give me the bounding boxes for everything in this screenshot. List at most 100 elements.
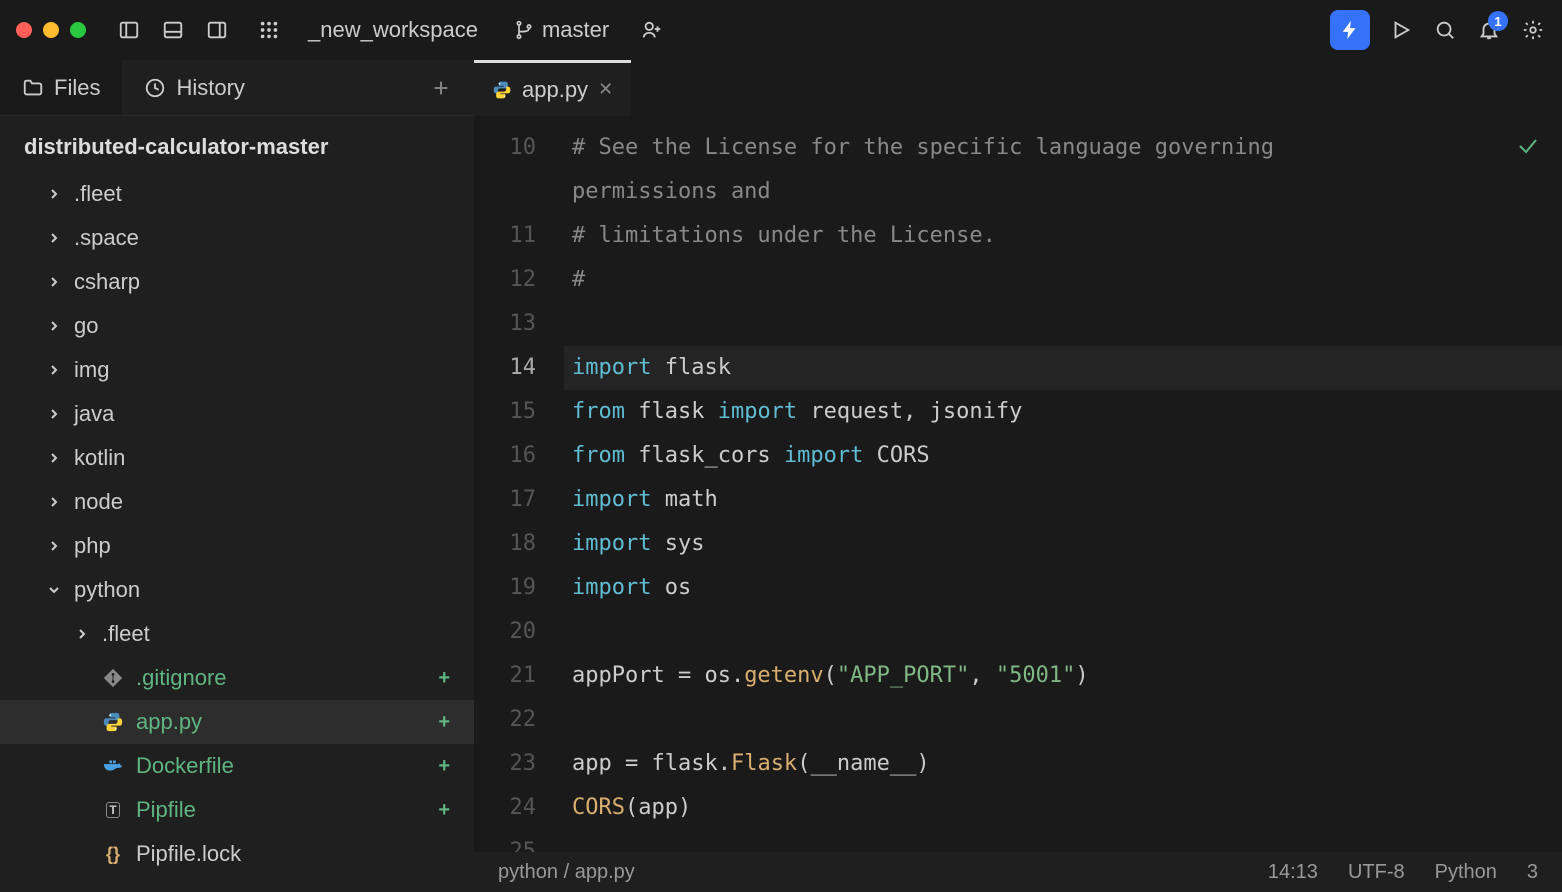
code-line[interactable]: from flask import request, jsonify bbox=[564, 390, 1562, 434]
cursor-position[interactable]: 14:13 bbox=[1268, 861, 1318, 884]
code-line[interactable]: # limitations under the License. bbox=[564, 214, 1562, 258]
branch-name: master bbox=[542, 17, 609, 43]
tab-history-label: History bbox=[176, 75, 244, 101]
vcs-new-marker: + bbox=[438, 799, 450, 822]
panel-right-icon[interactable] bbox=[204, 17, 230, 43]
panel-left-icon[interactable] bbox=[116, 17, 142, 43]
line-number: 14 bbox=[474, 346, 536, 390]
tree-item-Dockerfile[interactable]: Dockerfile+ bbox=[0, 744, 474, 788]
code-line[interactable] bbox=[564, 830, 1562, 852]
code-line[interactable] bbox=[564, 302, 1562, 346]
editor-tab-app-py[interactable]: app.py ✕ bbox=[474, 60, 631, 116]
settings-icon[interactable] bbox=[1520, 17, 1546, 43]
branch-selector[interactable]: master bbox=[514, 17, 609, 43]
tree-item-Pipfile[interactable]: TPipfile+ bbox=[0, 788, 474, 832]
editor-body[interactable]: 10111213141516171819202122232425 # See t… bbox=[474, 116, 1562, 852]
code-line[interactable]: # bbox=[564, 258, 1562, 302]
tree-item-node[interactable]: node bbox=[0, 480, 474, 524]
tree-item-label: node bbox=[74, 489, 456, 515]
breadcrumb[interactable]: python / app.py bbox=[498, 861, 635, 884]
workspace-name[interactable]: _new_workspace bbox=[308, 17, 478, 43]
code-line[interactable]: import sys bbox=[564, 522, 1562, 566]
tree-item-label: Pipfile bbox=[136, 797, 426, 823]
add-user-icon[interactable] bbox=[639, 17, 665, 43]
tree-item-label: app.py bbox=[136, 709, 426, 735]
tab-files[interactable]: Files bbox=[0, 60, 122, 115]
code-content[interactable]: # See the License for the specific langu… bbox=[564, 116, 1562, 852]
code-line[interactable]: import os bbox=[564, 566, 1562, 610]
line-number: 25 bbox=[474, 830, 536, 852]
code-line[interactable] bbox=[564, 610, 1562, 654]
line-number: 19 bbox=[474, 566, 536, 610]
indent-size[interactable]: 3 bbox=[1527, 861, 1538, 884]
tree-item-label: python bbox=[74, 577, 456, 603]
code-line[interactable]: from flask_cors import CORS bbox=[564, 434, 1562, 478]
tree-item-java[interactable]: java bbox=[0, 392, 474, 436]
tree-item-label: Pipfile.lock bbox=[136, 841, 456, 867]
chevron-icon bbox=[46, 320, 62, 332]
window-close-button[interactable] bbox=[16, 22, 32, 38]
docker-icon bbox=[102, 755, 124, 777]
notifications-button[interactable]: 1 bbox=[1476, 17, 1502, 43]
add-tab-icon[interactable] bbox=[428, 75, 454, 101]
tree-item-label: .fleet bbox=[102, 621, 456, 647]
line-number: 24 bbox=[474, 786, 536, 830]
code-line[interactable]: # See the License for the specific langu… bbox=[564, 126, 1562, 170]
line-number: 15 bbox=[474, 390, 536, 434]
tab-history[interactable]: History bbox=[122, 60, 266, 115]
tree-item-php[interactable]: php bbox=[0, 524, 474, 568]
code-line[interactable]: permissions and bbox=[564, 170, 1562, 214]
history-icon bbox=[144, 77, 166, 99]
sidebar: Files History distributed-calculator-mas… bbox=[0, 60, 474, 892]
search-icon[interactable] bbox=[1432, 17, 1458, 43]
notification-badge: 1 bbox=[1488, 11, 1508, 31]
apps-grid-icon[interactable] bbox=[256, 17, 282, 43]
tree-item-app-py[interactable]: app.py + bbox=[0, 700, 474, 744]
tree-item-Pipfile-lock[interactable]: {} Pipfile.lock bbox=[0, 832, 474, 876]
panel-bottom-icon[interactable] bbox=[160, 17, 186, 43]
tree-item--fleet[interactable]: .fleet bbox=[0, 612, 474, 656]
line-number: 23 bbox=[474, 742, 536, 786]
titlebar: _new_workspace master 1 bbox=[0, 0, 1562, 60]
bolt-button[interactable] bbox=[1330, 10, 1370, 50]
chevron-icon bbox=[46, 496, 62, 508]
code-line[interactable]: appPort = os.getenv("APP_PORT", "5001") bbox=[564, 654, 1562, 698]
code-line[interactable]: import flask bbox=[564, 346, 1562, 390]
project-name[interactable]: distributed-calculator-master bbox=[0, 116, 474, 172]
code-line[interactable]: app = flask.Flask(__name__) bbox=[564, 742, 1562, 786]
tree-item--space[interactable]: .space bbox=[0, 216, 474, 260]
encoding[interactable]: UTF-8 bbox=[1348, 861, 1405, 884]
tree-item-kotlin[interactable]: kotlin bbox=[0, 436, 474, 480]
bolt-icon bbox=[1339, 19, 1361, 41]
check-icon bbox=[1516, 134, 1540, 163]
json-icon: {} bbox=[102, 843, 124, 865]
tree-item-go[interactable]: go bbox=[0, 304, 474, 348]
close-icon[interactable]: ✕ bbox=[598, 79, 613, 100]
folder-icon bbox=[22, 77, 44, 99]
code-line[interactable]: import math bbox=[564, 478, 1562, 522]
tree-item--gitignore[interactable]: .gitignore+ bbox=[0, 656, 474, 700]
line-number: 18 bbox=[474, 522, 536, 566]
tree-item-img[interactable]: img bbox=[0, 348, 474, 392]
line-number: 10 bbox=[474, 126, 536, 170]
vcs-new-marker: + bbox=[438, 711, 450, 734]
window-controls bbox=[16, 22, 86, 38]
tree-item--fleet[interactable]: .fleet bbox=[0, 172, 474, 216]
gutter: 10111213141516171819202122232425 bbox=[474, 116, 564, 852]
code-line[interactable] bbox=[564, 698, 1562, 742]
chevron-icon bbox=[46, 276, 62, 288]
line-number: 13 bbox=[474, 302, 536, 346]
editor-tab-label: app.py bbox=[522, 77, 588, 103]
language-mode[interactable]: Python bbox=[1435, 861, 1497, 884]
window-maximize-button[interactable] bbox=[70, 22, 86, 38]
tree-item-label: img bbox=[74, 357, 456, 383]
statusbar: python / app.py 14:13 UTF-8 Python 3 bbox=[474, 852, 1562, 892]
chevron-icon bbox=[74, 628, 90, 640]
tree-item-python[interactable]: python bbox=[0, 568, 474, 612]
code-line[interactable]: CORS(app) bbox=[564, 786, 1562, 830]
window-minimize-button[interactable] bbox=[43, 22, 59, 38]
line-number: 16 bbox=[474, 434, 536, 478]
chevron-icon bbox=[46, 408, 62, 420]
tree-item-csharp[interactable]: csharp bbox=[0, 260, 474, 304]
run-icon[interactable] bbox=[1388, 17, 1414, 43]
